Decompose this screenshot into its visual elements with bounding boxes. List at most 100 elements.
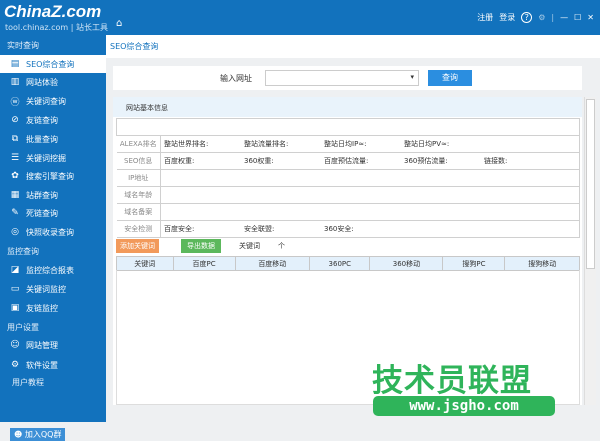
- sidebar-item-keyword-monitor[interactable]: ▭ 关键词监控: [0, 280, 106, 298]
- settings-icon[interactable]: ⚙: [538, 13, 545, 22]
- row-ip: IP地址: [116, 169, 580, 187]
- sidebar-item-label: 批量查询: [26, 134, 58, 144]
- login-link[interactable]: 登录: [499, 12, 515, 23]
- title-bar: ChinaZ.com tool.chinaz.com | 站长工具 ⌂ 注册 登…: [0, 0, 600, 35]
- paw-icon: ✿: [11, 171, 19, 181]
- baidu-traffic: 百度预估流量:: [324, 157, 369, 165]
- sidebar-item-batch-query[interactable]: ⧉ 批量查询: [0, 130, 106, 148]
- maximize-icon[interactable]: ☐: [574, 13, 581, 22]
- logo: ChinaZ.com: [4, 2, 102, 21]
- scrollbar[interactable]: [584, 97, 596, 405]
- search-panel: 输入网址 ▾ 查询: [113, 66, 582, 90]
- col-keyword[interactable]: 关键词: [116, 256, 174, 271]
- world-rank: 整站世界排名:: [164, 140, 209, 148]
- link-count: 链接数:: [484, 157, 508, 165]
- col-baidu-mobile[interactable]: 百度移动: [234, 256, 311, 271]
- sidebar-item-link-query[interactable]: ⊘ 友链查询: [0, 111, 106, 129]
- row-domain-record: 域名备案: [116, 203, 580, 221]
- keyword-icon: ⓦ: [10, 97, 20, 108]
- gear-icon: ⚙: [10, 360, 20, 370]
- sidebar-item-search-engine[interactable]: ✿ 搜索引擎查询: [0, 167, 106, 185]
- logo-subtitle: tool.chinaz.com | 站长工具: [5, 23, 108, 32]
- sidebar-item-dead-link[interactable]: ✎ 死链查询: [0, 204, 106, 222]
- divider: |: [551, 13, 555, 22]
- query-button[interactable]: 查询: [428, 70, 472, 86]
- doc-icon: ▤: [10, 59, 20, 69]
- sidebar-item-link-monitor[interactable]: ▣ 友链监控: [0, 299, 106, 317]
- qq-icon: ☻: [14, 430, 25, 439]
- sidebar-item-seo[interactable]: ▤ SEO综合查询: [0, 55, 106, 73]
- sidebar-item-label: 关键词监控: [26, 284, 66, 294]
- sidebar-item-label: 站群查询: [26, 190, 58, 200]
- keyword-table: 关键词 百度PC 百度移动 360PC 360移动 搜狗PC 搜狗移动: [116, 256, 580, 271]
- add-keyword-button[interactable]: 添加关键词: [116, 239, 159, 253]
- daily-ip: 整站日均IP≈:: [324, 140, 367, 148]
- minimize-icon[interactable]: —: [560, 13, 568, 22]
- col-sogou-pc[interactable]: 搜狗PC: [442, 256, 506, 271]
- register-link[interactable]: 注册: [477, 12, 493, 23]
- sidebar-item-label: 友链监控: [26, 303, 58, 313]
- dropdown-arrow-icon[interactable]: ▾: [410, 73, 414, 81]
- baidu-security: 百度安全:: [164, 225, 195, 233]
- sidebar-item-tutorial[interactable]: 用户教程: [12, 377, 44, 388]
- col-360-pc[interactable]: 360PC: [309, 256, 371, 271]
- traffic-rank: 整站流量排名:: [244, 140, 289, 148]
- section-user-settings: 用户设置: [7, 323, 39, 332]
- col-360-mobile[interactable]: 360移动: [369, 256, 444, 271]
- sidebar: 实时查询 ▤ SEO综合查询 ▥ 网站体验 ⓦ 关键词查询 ⊘ 友链查询 ⧉ 批量查询 ☰…: [0, 35, 106, 441]
- export-button[interactable]: 导出数据: [181, 239, 221, 253]
- sidebar-item-label: SEO综合查询: [26, 59, 75, 69]
- section-realtime: 实时查询: [7, 41, 39, 50]
- close-icon[interactable]: ✕: [587, 13, 594, 22]
- report-icon: ◪: [10, 265, 20, 275]
- sidebar-item-label: 关键词查询: [26, 96, 66, 106]
- row-security: 安全检测 百度安全: 安全联盟: 360安全:: [116, 220, 580, 238]
- sidebar-item-monitor-report[interactable]: ◪ 监控综合报表: [0, 261, 106, 279]
- sidebar-item-label: 关键词挖掘: [26, 153, 66, 163]
- sidebar-item-keyword-mining[interactable]: ☰ 关键词挖掘: [0, 149, 106, 167]
- row-alexa: ALEXA排名 整站世界排名: 整站流量排名: 整站日均IP≈: 整站日均PV≈:: [116, 135, 580, 153]
- home-icon[interactable]: ⌂: [116, 18, 122, 29]
- row-domain-age: 域名年龄: [116, 186, 580, 204]
- list-icon: ☰: [10, 153, 20, 163]
- sidebar-item-keyword-query[interactable]: ⓦ 关键词查询: [0, 92, 106, 110]
- baidu-weight: 百度权重:: [164, 157, 195, 165]
- 360-traffic: 360预估流量:: [404, 157, 448, 165]
- keyword-count-unit: 个: [278, 242, 285, 250]
- col-sogou-mobile[interactable]: 搜狗移动: [504, 256, 580, 271]
- page-title: SEO综合查询: [106, 35, 600, 58]
- col-baidu-pc[interactable]: 百度PC: [172, 256, 236, 271]
- sidebar-item-label: 监控综合报表: [26, 265, 74, 275]
- edit-icon: ✎: [11, 208, 19, 218]
- info-title: 网站基本信息: [113, 97, 582, 117]
- url-label: 输入网址: [220, 74, 252, 83]
- sidebar-item-label: 软件设置: [26, 360, 58, 370]
- sidebar-item-label: 搜索引擎查询: [26, 171, 74, 181]
- row-seo: SEO信息 百度权重: 360权重: 百度预估流量: 360预估流量: 链接数:: [116, 152, 580, 170]
- sidebar-item-software-settings[interactable]: ⚙ 软件设置: [0, 356, 106, 374]
- sidebar-item-site-experience[interactable]: ▥ 网站体验: [0, 73, 106, 91]
- sidebar-item-label: 死链查询: [26, 208, 58, 218]
- sidebar-item-label: 网站管理: [26, 340, 58, 350]
- help-icon[interactable]: ?: [521, 12, 533, 23]
- sidebar-item-label: 友链查询: [26, 115, 58, 125]
- section-monitor: 监控查询: [7, 247, 39, 256]
- 360-security: 360安全:: [324, 225, 354, 233]
- security-alliance: 安全联盟:: [244, 225, 275, 233]
- scrollbar-thumb[interactable]: [586, 99, 595, 269]
- sidebar-item-snapshot[interactable]: ◎ 快照收录查询: [0, 223, 106, 241]
- 360-weight: 360权重:: [244, 157, 274, 165]
- link-icon: ⊘: [11, 115, 19, 125]
- url-input[interactable]: ▾: [265, 70, 419, 86]
- watermark-url: www.jsgho.com: [373, 396, 555, 416]
- sidebar-item-site-management[interactable]: ☺ 网站管理: [0, 336, 106, 354]
- monitor-icon: ▭: [10, 284, 20, 294]
- info-table: ALEXA排名 整站世界排名: 整站流量排名: 整站日均IP≈: 整站日均PV≈: SE…: [116, 118, 580, 238]
- join-qq-group-button[interactable]: ☻ 加入QQ群: [10, 428, 66, 441]
- qq-label: 加入QQ群: [24, 430, 62, 439]
- keyword-count-label: 关键词: [239, 242, 260, 250]
- batch-icon: ⧉: [11, 134, 19, 144]
- user-icon: ☺: [10, 340, 20, 350]
- sidebar-item-label: 快照收录查询: [26, 227, 74, 237]
- sidebar-item-site-group[interactable]: ▦ 站群查询: [0, 186, 106, 204]
